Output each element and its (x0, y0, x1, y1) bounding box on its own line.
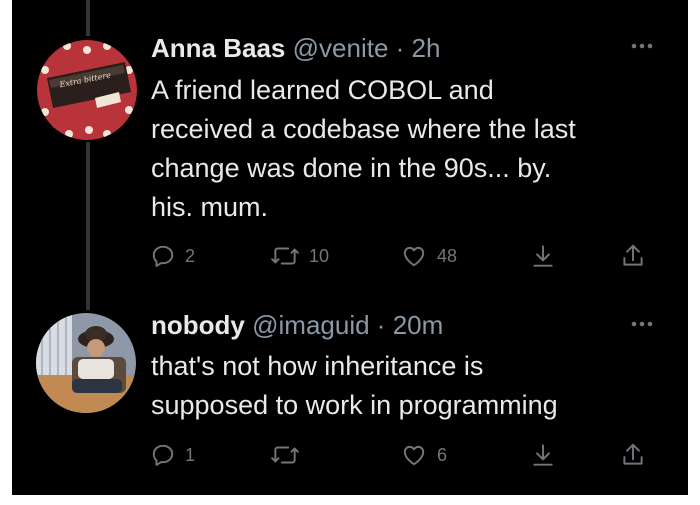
retweet-count: 10 (309, 245, 330, 266)
retweet-icon (271, 446, 299, 464)
tweet-header: nobody @imaguid · 20m (151, 307, 443, 343)
reply-icon (152, 245, 174, 267)
like-icon (403, 246, 425, 267)
retweet-icon (271, 247, 299, 265)
like-button[interactable]: 6 (400, 440, 447, 470)
tweet-text-line: change was done in the 90s... by. (151, 153, 552, 183)
display-name[interactable]: Anna Baas (151, 33, 285, 63)
like-button[interactable]: 48 (400, 241, 457, 271)
retweet-button[interactable] (270, 440, 309, 470)
avatar-nobody[interactable] (36, 313, 136, 413)
tweet-text-line: that's not how inheritance is (151, 351, 484, 381)
more-icon[interactable] (624, 36, 660, 56)
separator-dot: · (376, 310, 386, 340)
separator-dot: · (395, 33, 405, 63)
user-handle[interactable]: @venite (293, 33, 389, 63)
like-icon (403, 445, 425, 466)
like-count: 6 (437, 444, 448, 465)
bookmark-icon (533, 245, 553, 267)
person-avatar-image (36, 313, 136, 413)
reply-count: 2 (185, 245, 196, 266)
share-icon (623, 443, 643, 465)
tweet-text-line: A friend learned COBOL and (151, 75, 494, 105)
chocolate-avatar-image: Extra bittere (37, 40, 137, 140)
reply-button[interactable]: 1 (150, 440, 195, 470)
share-button[interactable] (620, 241, 646, 271)
thread-connector-top (86, 0, 90, 36)
tweet-actions: 1 6 (142, 440, 662, 470)
bookmark-button[interactable] (530, 241, 556, 271)
user-handle[interactable]: @imaguid (252, 310, 369, 340)
reply-count: 1 (185, 444, 196, 465)
like-count: 48 (437, 245, 458, 266)
timestamp[interactable]: 2h (412, 33, 441, 63)
reply-icon (152, 444, 174, 466)
bookmark-icon (533, 444, 553, 466)
timestamp[interactable]: 20m (393, 310, 444, 340)
reply-button[interactable]: 2 (150, 241, 195, 271)
twitter-thread: Extra bittere Anna Baas @venite · 2h A f… (12, 0, 688, 495)
tweet-divider (12, 298, 688, 299)
tweet-text-line: received a codebase where the last (151, 114, 576, 144)
more-icon[interactable] (624, 314, 660, 334)
tweet-actions: 2 10 48 (142, 241, 662, 271)
display-name[interactable]: nobody (151, 310, 245, 340)
tweet-text-line: his. mum. (151, 192, 269, 222)
bookmark-button[interactable] (530, 440, 556, 470)
tweet-text: that's not how inheritance is supposed t… (151, 347, 661, 425)
tweet-header: Anna Baas @venite · 2h (151, 30, 440, 66)
thread-connector (86, 142, 90, 310)
tweet-text: A friend learned COBOL and received a co… (151, 71, 661, 227)
avatar-anna-baas[interactable]: Extra bittere (37, 40, 137, 140)
share-button[interactable] (620, 440, 646, 470)
tweet-text-line: supposed to work in programming (151, 390, 558, 420)
share-icon (623, 244, 643, 266)
retweet-button[interactable]: 10 (270, 241, 329, 271)
